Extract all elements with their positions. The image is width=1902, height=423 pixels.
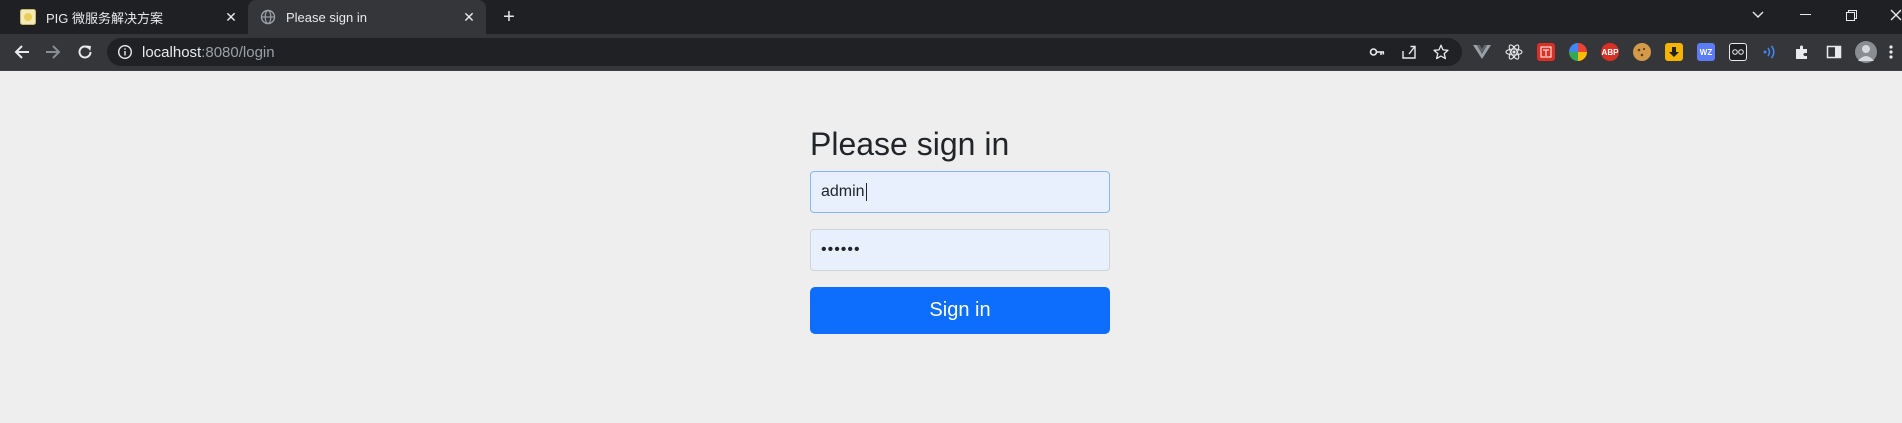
extensions-puzzle-icon[interactable] <box>1793 43 1811 61</box>
sign-in-button[interactable]: Sign in <box>810 287 1110 334</box>
signin-form: Please sign in admin •••••• Sign in <box>810 125 1110 334</box>
tab-strip: PIG 微服务解决方案 ✕ Please sign in ✕ + <box>0 0 1902 34</box>
browser-toolbar: localhost:8080/login ABP WZ <box>0 34 1902 70</box>
reload-icon[interactable] <box>72 39 98 65</box>
more-menu-icon[interactable] <box>1886 43 1896 61</box>
window-close-icon[interactable] <box>1876 0 1902 30</box>
back-icon[interactable] <box>9 39 35 65</box>
text-caret <box>865 183 867 201</box>
chrome-colorful-icon[interactable] <box>1569 43 1587 61</box>
new-tab-button[interactable]: + <box>498 6 520 28</box>
key-icon[interactable] <box>1369 44 1385 60</box>
share-icon[interactable] <box>1401 44 1417 60</box>
page-title: Please sign in <box>810 126 1010 162</box>
password-input[interactable]: •••••• <box>810 229 1110 271</box>
bookmark-star-icon[interactable] <box>1433 44 1449 60</box>
username-value: admin <box>821 183 865 200</box>
cookie-icon[interactable] <box>1633 43 1651 61</box>
cyborg-icon[interactable] <box>1729 43 1747 61</box>
abp-label: ABP <box>1601 47 1619 57</box>
side-panel-icon[interactable] <box>1825 43 1843 61</box>
tab-close-icon[interactable]: ✕ <box>222 8 240 26</box>
minimize-icon[interactable] <box>1785 0 1825 30</box>
page-content: Please sign in admin •••••• Sign in <box>0 71 1902 423</box>
tab-close-icon[interactable]: ✕ <box>460 8 478 26</box>
react-devtools-icon[interactable] <box>1505 43 1523 61</box>
restore-icon[interactable] <box>1831 0 1871 30</box>
wz-label: WZ <box>1699 47 1713 57</box>
url-text[interactable]: localhost:8080/login <box>142 44 275 61</box>
password-value: •••••• <box>821 241 861 258</box>
tab-pig[interactable]: PIG 微服务解决方案 ✕ <box>8 0 248 34</box>
download-icon[interactable] <box>1665 43 1683 61</box>
translate-icon[interactable] <box>1537 43 1555 61</box>
tab-title: Please sign in <box>286 9 367 25</box>
address-bar[interactable]: localhost:8080/login <box>107 38 1462 66</box>
abp-icon[interactable]: ABP <box>1601 43 1619 61</box>
tab-title: PIG 微服务解决方案 <box>46 10 164 26</box>
username-input[interactable]: admin <box>810 171 1110 213</box>
globe-icon <box>260 9 276 25</box>
url-path: :8080/login <box>201 44 275 61</box>
tab-please-sign-in[interactable]: Please sign in ✕ <box>248 0 486 34</box>
site-info-icon[interactable] <box>117 44 133 60</box>
url-host: localhost <box>142 44 202 61</box>
profile-avatar[interactable] <box>1855 41 1877 63</box>
vue-devtools-icon[interactable] <box>1473 43 1491 61</box>
wz-icon[interactable]: WZ <box>1697 43 1715 61</box>
pig-favicon-icon <box>20 9 36 25</box>
forward-icon[interactable] <box>40 39 66 65</box>
tab-search-icon[interactable] <box>1738 0 1778 30</box>
wifi-signal-icon[interactable] <box>1761 43 1779 61</box>
